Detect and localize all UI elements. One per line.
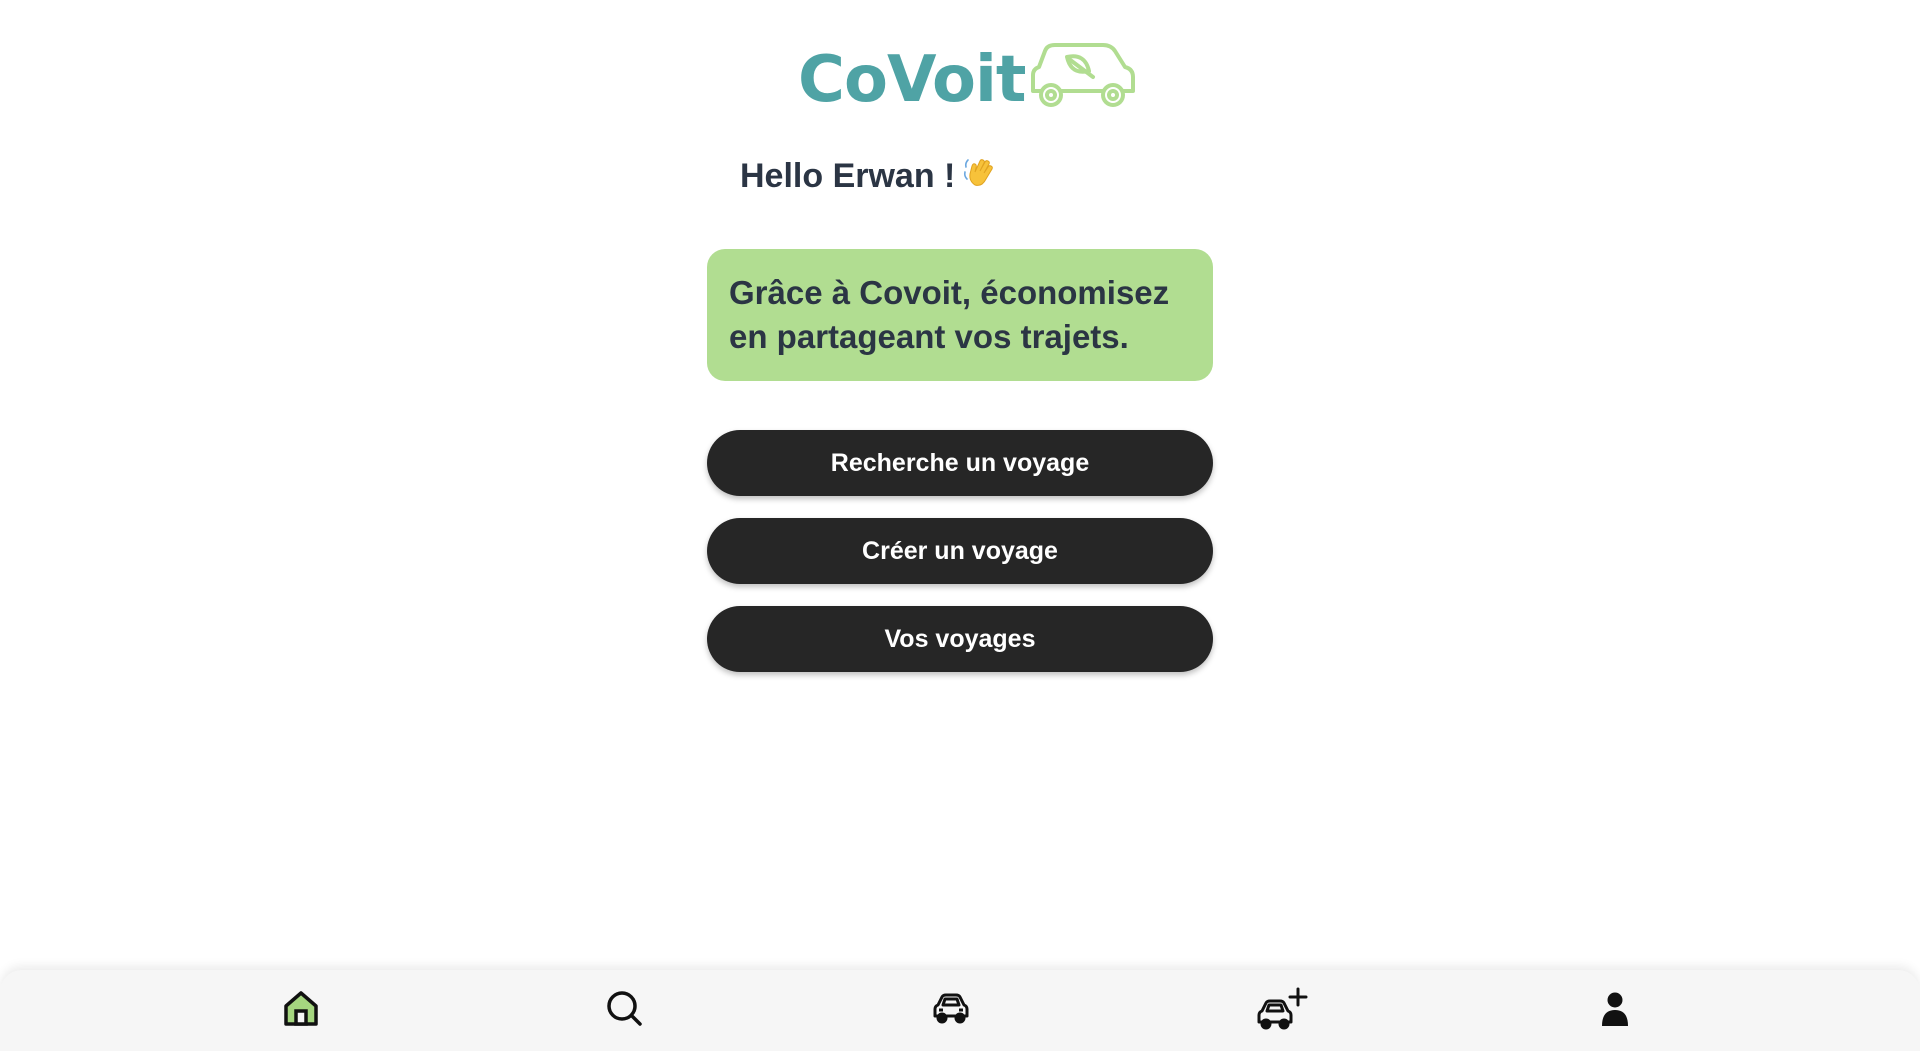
search-trip-button[interactable]: Recherche un voyage <box>707 430 1213 496</box>
home-icon <box>281 988 321 1033</box>
app-logo: CoVoit <box>798 40 1137 120</box>
home-screen: CoVoit Hello Erwan ! Grâce à Covoit, éco… <box>0 0 1920 1051</box>
car-icon <box>931 988 971 1033</box>
greeting: Hello Erwan ! <box>740 155 997 198</box>
nav-home[interactable] <box>277 986 325 1034</box>
nav-trips[interactable] <box>927 986 975 1034</box>
user-icon <box>1595 988 1635 1033</box>
add-car-icon <box>1256 986 1308 1035</box>
nav-create[interactable] <box>1256 986 1308 1035</box>
waving-hand-icon <box>963 155 997 198</box>
nav-search[interactable] <box>600 986 648 1034</box>
my-trips-button[interactable]: Vos voyages <box>707 606 1213 672</box>
search-icon <box>604 988 644 1033</box>
eco-car-icon <box>1027 41 1137 116</box>
logo-text: CoVoit <box>798 43 1026 117</box>
bottom-navigation <box>0 970 1920 1051</box>
promo-banner: Grâce à Covoit, économisez en partageant… <box>707 249 1213 381</box>
create-trip-button[interactable]: Créer un voyage <box>707 518 1213 584</box>
greeting-text: Hello Erwan ! <box>740 157 956 195</box>
nav-profile[interactable] <box>1591 986 1639 1034</box>
